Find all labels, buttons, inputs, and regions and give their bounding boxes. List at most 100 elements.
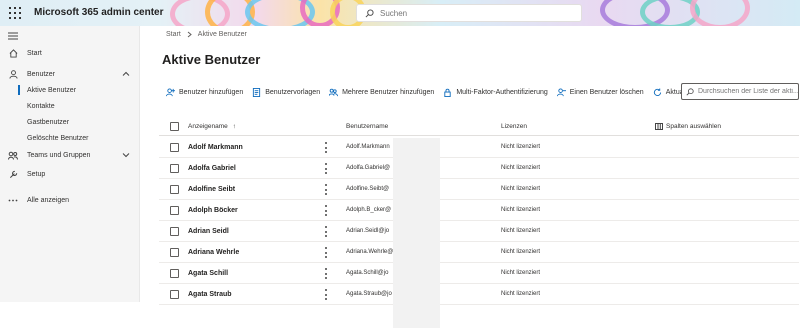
more-actions-icon[interactable]: [324, 268, 328, 279]
sidebar-item-show-all[interactable]: Alle anzeigen: [0, 192, 140, 208]
sidebar-item-label: Gelöschte Benutzer: [27, 134, 89, 142]
more-actions-icon[interactable]: [324, 247, 328, 258]
username-cell: Adolph.B_cker@: [346, 207, 392, 213]
username-cell: Adriana.Wehrle@: [346, 249, 394, 255]
display-name-link[interactable]: Adolfa Gabriel: [188, 165, 236, 172]
select-all-checkbox[interactable]: [170, 122, 179, 131]
mfa-label: Multi-Faktor-Authentifizierung: [456, 88, 548, 96]
row-checkbox[interactable]: [170, 206, 179, 215]
table-row[interactable]: Adriana Wehrle Adriana.Wehrle@ Nicht liz…: [159, 242, 799, 263]
table-row[interactable]: Adolph Böcker Adolph.B_cker@ Nicht lizen…: [159, 200, 799, 221]
display-name-link[interactable]: Agata Schill: [188, 270, 228, 277]
columns-icon: [655, 123, 663, 130]
row-checkbox[interactable]: [170, 290, 179, 299]
chevron-up-icon: [122, 71, 130, 76]
display-name-link[interactable]: Adolph Böcker: [188, 207, 238, 214]
breadcrumb: Start Aktive Benutzer: [166, 31, 247, 38]
lock-icon: [444, 88, 451, 97]
more-actions-icon[interactable]: [324, 142, 328, 153]
license-cell: Nicht lizenziert: [501, 291, 541, 297]
hamburger-icon: [8, 31, 18, 41]
column-header-licenses[interactable]: Lizenzen: [501, 123, 527, 130]
search-icon: [686, 87, 694, 95]
more-actions-icon[interactable]: [324, 289, 328, 300]
display-name-link[interactable]: Adolfine Seibt: [188, 186, 235, 193]
license-cell: Nicht lizenziert: [501, 249, 541, 255]
column-header-label: Anzeigename: [188, 123, 228, 130]
add-user-label: Benutzer hinzufügen: [179, 88, 244, 96]
home-icon: [8, 48, 18, 58]
license-cell: Nicht lizenziert: [501, 228, 541, 234]
table-row[interactable]: Adrian Seidl Adrian.Seidl@jo Nicht lizen…: [159, 221, 799, 242]
display-name-link[interactable]: Agata Straub: [188, 291, 232, 298]
sidebar-item-users[interactable]: Benutzer: [0, 66, 140, 82]
table-row[interactable]: Agata Schill Agata.Schill@jo Nicht lizen…: [159, 263, 799, 284]
mfa-button[interactable]: Multi-Faktor-Authentifizierung: [443, 88, 548, 97]
table-row[interactable]: Adolf Markmann Adolf.Markmann Nicht lize…: [159, 137, 799, 158]
choose-columns-label: Spalten auswählen: [666, 123, 721, 130]
column-header-display-name[interactable]: Anzeigename ↑: [188, 123, 236, 130]
sidebar-item-teams-groups[interactable]: Teams und Gruppen: [0, 147, 140, 163]
redaction-block: [393, 138, 440, 328]
sidebar-item-guest-users[interactable]: Gastbenutzer: [0, 114, 140, 130]
global-search-input[interactable]: [380, 8, 570, 18]
delete-user-button[interactable]: Einen Benutzer löschen: [556, 87, 644, 97]
wrench-icon: [8, 169, 18, 179]
display-name-link[interactable]: Adriana Wehrle: [188, 249, 239, 256]
sidebar-item-active-users[interactable]: Aktive Benutzer: [0, 82, 140, 98]
display-name-link[interactable]: Adolf Markmann: [188, 144, 243, 151]
username-cell: Agata.Straub@jo: [346, 291, 392, 297]
user-templates-label: Benutzervorlagen: [265, 88, 321, 96]
sidebar: Start Benutzer Aktive Benutzer Kontakte …: [0, 26, 140, 302]
username-cell: Adolfa.Gabriel@: [346, 165, 391, 171]
sidebar-item-start[interactable]: Start: [0, 45, 140, 61]
choose-columns-button[interactable]: Spalten auswählen: [655, 123, 721, 130]
row-checkbox[interactable]: [170, 227, 179, 236]
app-launcher-icon[interactable]: [9, 7, 21, 19]
sidebar-item-contacts[interactable]: Kontakte: [0, 98, 140, 114]
row-checkbox[interactable]: [170, 164, 179, 173]
sidebar-item-label: Gastbenutzer: [27, 118, 70, 126]
column-header-username[interactable]: Benutzername: [346, 123, 388, 130]
more-actions-icon[interactable]: [324, 163, 328, 174]
sidebar-item-setup[interactable]: Setup: [0, 166, 140, 182]
main-content: Start Aktive Benutzer Aktive Benutzer Be…: [141, 26, 800, 328]
row-checkbox[interactable]: [170, 248, 179, 257]
more-actions-icon[interactable]: [324, 205, 328, 216]
command-bar: Benutzer hinzufügen Benutzervorlagen Meh…: [166, 84, 715, 100]
breadcrumb-root-link[interactable]: Start: [166, 31, 181, 38]
more-icon: [8, 195, 18, 205]
more-actions-icon[interactable]: [324, 184, 328, 195]
list-search-input[interactable]: [698, 88, 798, 95]
sidebar-item-label: Alle anzeigen: [27, 196, 70, 204]
sidebar-item-label: Aktive Benutzer: [27, 86, 77, 94]
username-cell: Agata.Schill@jo: [346, 270, 389, 276]
breadcrumb-current: Aktive Benutzer: [197, 31, 247, 38]
license-cell: Nicht lizenziert: [501, 207, 541, 213]
person-icon: [8, 69, 18, 79]
page-title: Aktive Benutzer: [162, 52, 261, 67]
sidebar-item-label: Kontakte: [27, 102, 55, 110]
add-person-icon: [166, 87, 175, 96]
sort-ascending-icon: ↑: [232, 123, 236, 130]
table-row[interactable]: Adolfa Gabriel Adolfa.Gabriel@ Nicht liz…: [159, 158, 799, 179]
row-checkbox[interactable]: [170, 269, 179, 278]
people-add-icon: [329, 88, 339, 96]
table-row[interactable]: Adolfine Seibt Adolfine.Seibt@ Nicht liz…: [159, 179, 799, 200]
more-actions-icon[interactable]: [324, 226, 328, 237]
license-cell: Nicht lizenziert: [501, 144, 541, 150]
row-checkbox[interactable]: [170, 185, 179, 194]
sidebar-item-deleted-users[interactable]: Gelöschte Benutzer: [0, 130, 140, 146]
user-templates-button[interactable]: Benutzervorlagen: [252, 87, 321, 97]
list-search-box[interactable]: [681, 83, 799, 100]
refresh-icon: [653, 87, 661, 96]
license-cell: Nicht lizenziert: [501, 165, 541, 171]
app-title[interactable]: Microsoft 365 admin center: [34, 7, 163, 18]
collapse-nav-button[interactable]: [0, 28, 140, 44]
display-name-link[interactable]: Adrian Seidl: [188, 228, 229, 235]
add-multiple-users-button[interactable]: Mehrere Benutzer hinzufügen: [329, 88, 434, 97]
add-user-button[interactable]: Benutzer hinzufügen: [166, 87, 244, 97]
row-checkbox[interactable]: [170, 143, 179, 152]
active-indicator: [18, 85, 20, 95]
global-search[interactable]: [356, 4, 582, 22]
